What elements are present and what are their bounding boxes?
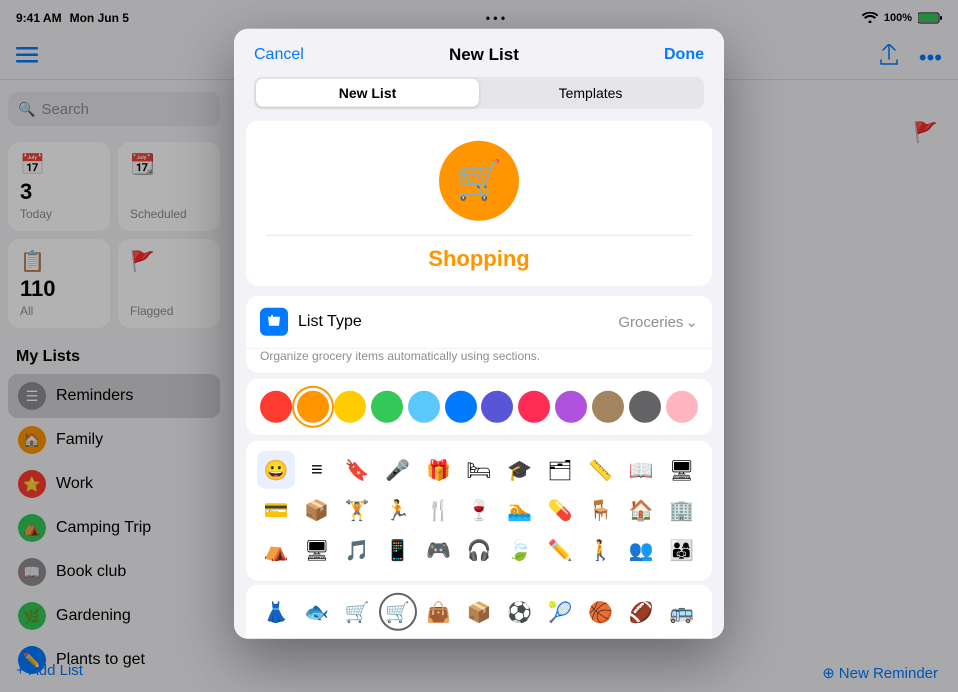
icon-monitor[interactable]: 🖥 bbox=[298, 531, 336, 569]
icon-pencil[interactable]: ✏️ bbox=[541, 531, 579, 569]
list-type-section: List Type Groceries ⌄ Organize grocery i… bbox=[246, 296, 712, 373]
list-type-hint: Organize grocery items automatically usi… bbox=[246, 348, 712, 373]
tab-templates[interactable]: Templates bbox=[479, 79, 702, 107]
icon-gamepad[interactable]: 🎮 bbox=[419, 531, 457, 569]
icon-row-2: 💳 📦 🏋 🏃 🍴 🍷 🏊 💊 🪑 🏠 🏢 bbox=[256, 491, 702, 529]
icon-list[interactable]: ≡ bbox=[298, 451, 336, 489]
icon-book[interactable]: 📖 bbox=[622, 451, 660, 489]
icon-row-1: 😀 ≡ 🔖 🎤 🎁 🛏 🎓 🗂 📏 📖 🖥 bbox=[256, 451, 702, 489]
color-orange[interactable] bbox=[297, 391, 329, 423]
icon-mic[interactable]: 🎤 bbox=[379, 451, 417, 489]
icon-run[interactable]: 🏃 bbox=[379, 491, 417, 529]
icon-headphones[interactable]: 🎧 bbox=[460, 531, 498, 569]
icon-fork[interactable]: 🍴 bbox=[419, 491, 457, 529]
color-red[interactable] bbox=[260, 391, 292, 423]
cancel-button[interactable]: Cancel bbox=[254, 46, 304, 64]
icon-dress[interactable]: 👗 bbox=[257, 593, 295, 631]
modal-header: Cancel New List Done bbox=[234, 29, 724, 73]
icon-medicine[interactable]: 💊 bbox=[541, 491, 579, 529]
color-yellow[interactable] bbox=[334, 391, 366, 423]
icon-bus[interactable]: 🚌 bbox=[663, 593, 701, 631]
icon-fish[interactable]: 🐟 bbox=[298, 593, 336, 631]
icon-chair[interactable]: 🪑 bbox=[582, 491, 620, 529]
list-type-icon bbox=[260, 308, 288, 336]
color-pink[interactable] bbox=[518, 391, 550, 423]
tab-segment-control: New List Templates bbox=[254, 77, 704, 109]
icon-row-3: ⛺ 🖥 🎵 📱 🎮 🎧 🍃 ✏️ 🚶 👥 👨‍👩‍👧 bbox=[256, 531, 702, 569]
color-green[interactable] bbox=[371, 391, 403, 423]
icon-person[interactable]: 🚶 bbox=[582, 531, 620, 569]
done-button[interactable]: Done bbox=[664, 46, 704, 64]
icon-cart-circle[interactable]: 🛒 bbox=[379, 593, 417, 631]
list-type-left: List Type bbox=[260, 308, 362, 336]
icon-football[interactable]: 🏈 bbox=[622, 593, 660, 631]
color-purple[interactable] bbox=[555, 391, 587, 423]
icon-grid: 😀 ≡ 🔖 🎤 🎁 🛏 🎓 🗂 📏 📖 🖥 💳 📦 🏋 🏃 🍴 🍷 🏊 💊 🪑 … bbox=[246, 441, 712, 581]
new-list-modal: Cancel New List Done New List Templates … bbox=[234, 29, 724, 639]
list-icon-display[interactable]: 🛒 bbox=[439, 141, 519, 221]
list-name-input[interactable] bbox=[266, 235, 692, 272]
icon-music[interactable]: 🎵 bbox=[338, 531, 376, 569]
tab-new-list[interactable]: New List bbox=[256, 79, 479, 107]
color-blue[interactable] bbox=[445, 391, 477, 423]
icon-box[interactable]: 📦 bbox=[298, 491, 336, 529]
icon-building[interactable]: 🏢 bbox=[663, 491, 701, 529]
icon-row-4-partial: 👗 🐟 🛒 🛒 👜 📦 ⚽ 🎾 🏀 🏈 🚌 bbox=[246, 585, 712, 639]
list-type-row[interactable]: List Type Groceries ⌄ bbox=[246, 296, 712, 348]
icon-graduation[interactable]: 🎓 bbox=[500, 451, 538, 489]
icon-basketball[interactable]: 🏀 bbox=[582, 593, 620, 631]
icon-leaf[interactable]: 🍃 bbox=[500, 531, 538, 569]
icon-emoji[interactable]: 😀 bbox=[257, 451, 295, 489]
icon-gym[interactable]: 🏋 bbox=[338, 491, 376, 529]
icon-name-area: 🛒 bbox=[246, 121, 712, 286]
icon-package[interactable]: 📦 bbox=[460, 593, 498, 631]
icon-creditcard-alt[interactable]: 🖥 bbox=[663, 451, 701, 489]
icon-soccer[interactable]: ⚽ bbox=[500, 593, 538, 631]
color-brown[interactable] bbox=[592, 391, 624, 423]
color-picker bbox=[246, 379, 712, 435]
icon-tent[interactable]: ⛺ bbox=[257, 531, 295, 569]
icon-folder[interactable]: 🗂 bbox=[541, 451, 579, 489]
icon-family[interactable]: 👨‍👩‍👧 bbox=[663, 531, 701, 569]
icon-ruler[interactable]: 📏 bbox=[582, 451, 620, 489]
icon-wine[interactable]: 🍷 bbox=[460, 491, 498, 529]
color-indigo[interactable] bbox=[481, 391, 513, 423]
modal-title: New List bbox=[449, 45, 519, 65]
color-lightblue[interactable] bbox=[408, 391, 440, 423]
icon-bag[interactable]: 👜 bbox=[419, 593, 457, 631]
list-type-value[interactable]: Groceries ⌄ bbox=[618, 313, 698, 331]
shopping-cart-icon: 🛒 bbox=[455, 159, 502, 203]
icon-swim[interactable]: 🏊 bbox=[500, 491, 538, 529]
list-type-label: List Type bbox=[298, 313, 362, 331]
icon-gift[interactable]: 🎁 bbox=[419, 451, 457, 489]
icon-cart[interactable]: 🛒 bbox=[338, 593, 376, 631]
icon-bed[interactable]: 🛏 bbox=[460, 451, 498, 489]
chevron-down-icon: ⌄ bbox=[685, 313, 698, 331]
color-lightpink[interactable] bbox=[666, 391, 698, 423]
icon-home[interactable]: 🏠 bbox=[622, 491, 660, 529]
icon-bookmark[interactable]: 🔖 bbox=[338, 451, 376, 489]
icon-phone[interactable]: 📱 bbox=[379, 531, 417, 569]
color-gray[interactable] bbox=[629, 391, 661, 423]
icon-creditcard[interactable]: 💳 bbox=[257, 491, 295, 529]
icon-tennis[interactable]: 🎾 bbox=[541, 593, 579, 631]
icon-group[interactable]: 👥 bbox=[622, 531, 660, 569]
